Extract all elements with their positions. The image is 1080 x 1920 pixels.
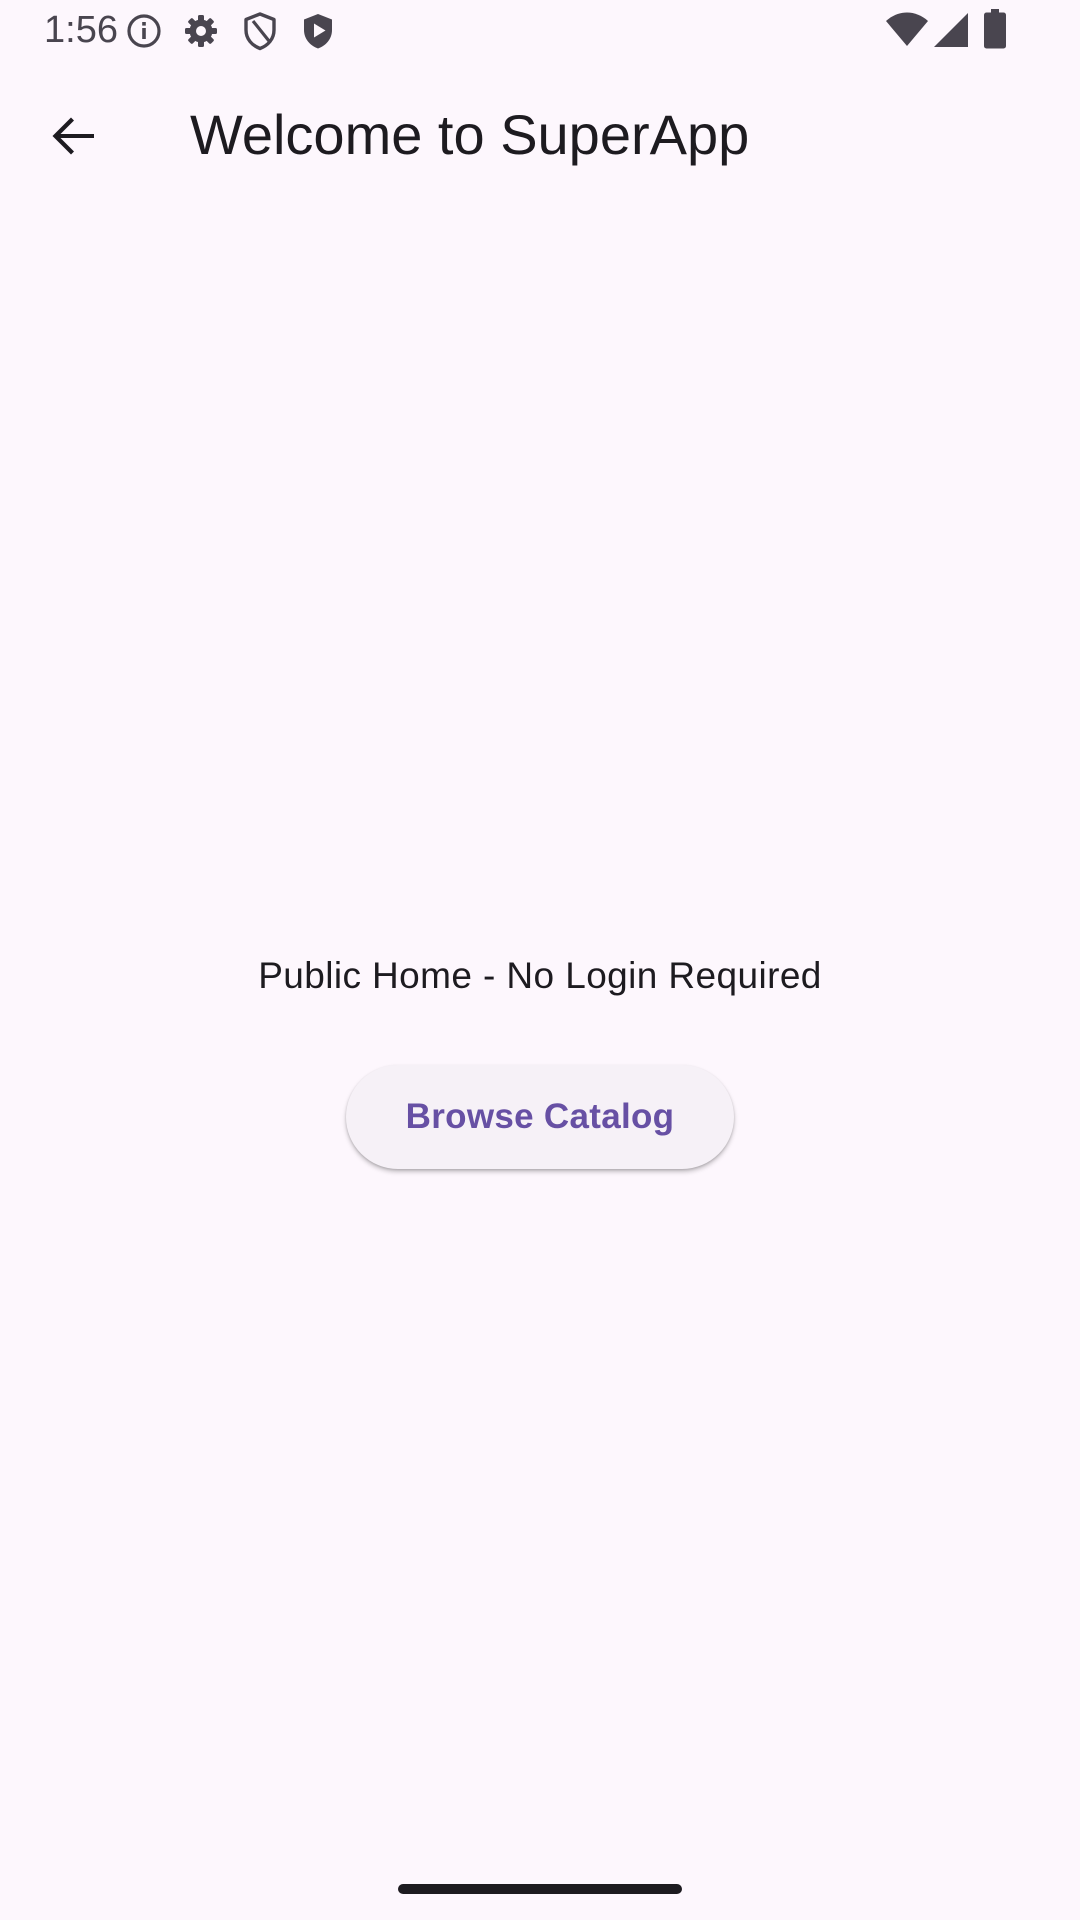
home-indicator[interactable]	[398, 1884, 682, 1894]
info-icon	[127, 14, 161, 48]
status-time: 1:56	[44, 9, 118, 51]
public-home-message: Public Home - No Login Required	[258, 955, 822, 996]
arrow-back-icon	[52, 117, 94, 155]
browse-catalog-label: Browse Catalog	[405, 1097, 675, 1136]
cell-signal-icon	[934, 13, 968, 47]
page-title: Welcome to SuperApp	[190, 103, 750, 166]
shield-outline-icon	[244, 12, 276, 51]
battery-icon	[984, 9, 1006, 49]
wifi-icon	[886, 12, 928, 46]
shield-play-icon	[304, 14, 332, 49]
settings-gear-icon	[185, 15, 217, 47]
browse-catalog-button[interactable]: Browse Catalog	[346, 1065, 734, 1169]
status-bar: 1:56	[0, 0, 1080, 66]
back-button[interactable]	[24, 86, 124, 186]
app-bar: Welcome to SuperApp	[0, 66, 1080, 206]
